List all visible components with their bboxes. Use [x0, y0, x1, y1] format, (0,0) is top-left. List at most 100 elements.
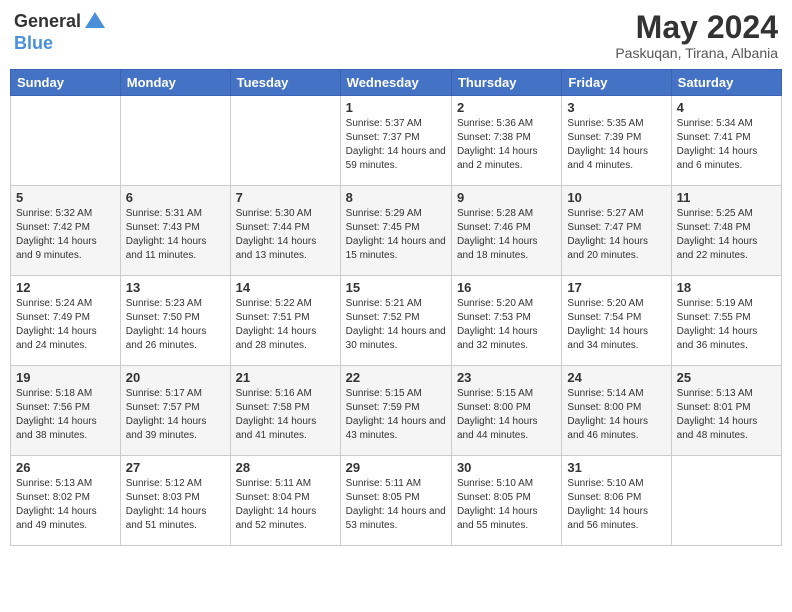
sunset-info: Sunset: 7:54 PM — [567, 311, 665, 325]
sunset-info: Sunset: 8:05 PM — [457, 491, 556, 505]
sunrise-info: Sunrise: 5:35 AM — [567, 117, 665, 131]
sunrise-info: Sunrise: 5:23 AM — [126, 297, 225, 311]
sunset-info: Sunset: 7:57 PM — [126, 401, 225, 415]
calendar-cell: 21 Sunrise: 5:16 AM Sunset: 7:58 PM Dayl… — [230, 366, 340, 456]
calendar-week-row: 26 Sunrise: 5:13 AM Sunset: 8:02 PM Dayl… — [11, 456, 782, 546]
sunrise-info: Sunrise: 5:36 AM — [457, 117, 556, 131]
logo-blue: Blue — [14, 33, 53, 53]
sunset-info: Sunset: 7:49 PM — [16, 311, 115, 325]
sunset-info: Sunset: 7:41 PM — [677, 131, 776, 145]
sunset-info: Sunset: 7:39 PM — [567, 131, 665, 145]
location-subtitle: Paskuqan, Tirana, Albania — [615, 45, 778, 61]
daylight-info: Daylight: 14 hours and 51 minutes. — [126, 505, 225, 533]
day-number: 9 — [457, 190, 556, 205]
day-number: 17 — [567, 280, 665, 295]
sunrise-info: Sunrise: 5:15 AM — [457, 387, 556, 401]
title-section: May 2024 Paskuqan, Tirana, Albania — [615, 10, 778, 61]
page-header: General Blue May 2024 Paskuqan, Tirana, … — [10, 10, 782, 61]
logo-icon — [83, 10, 107, 34]
calendar-cell: 25 Sunrise: 5:13 AM Sunset: 8:01 PM Dayl… — [671, 366, 781, 456]
day-number: 2 — [457, 100, 556, 115]
sunrise-info: Sunrise: 5:10 AM — [457, 477, 556, 491]
calendar-cell: 7 Sunrise: 5:30 AM Sunset: 7:44 PM Dayli… — [230, 186, 340, 276]
day-number: 27 — [126, 460, 225, 475]
daylight-info: Daylight: 14 hours and 9 minutes. — [16, 235, 115, 263]
calendar-week-row: 12 Sunrise: 5:24 AM Sunset: 7:49 PM Dayl… — [11, 276, 782, 366]
daylight-info: Daylight: 14 hours and 15 minutes. — [346, 235, 446, 263]
calendar-cell: 19 Sunrise: 5:18 AM Sunset: 7:56 PM Dayl… — [11, 366, 121, 456]
sunrise-info: Sunrise: 5:32 AM — [16, 207, 115, 221]
sunset-info: Sunset: 8:06 PM — [567, 491, 665, 505]
logo: General Blue — [14, 10, 107, 54]
sunrise-info: Sunrise: 5:25 AM — [677, 207, 776, 221]
sunrise-info: Sunrise: 5:20 AM — [567, 297, 665, 311]
calendar-cell: 6 Sunrise: 5:31 AM Sunset: 7:43 PM Dayli… — [120, 186, 230, 276]
sunrise-info: Sunrise: 5:16 AM — [236, 387, 335, 401]
day-number: 14 — [236, 280, 335, 295]
sunrise-info: Sunrise: 5:37 AM — [346, 117, 446, 131]
day-number: 25 — [677, 370, 776, 385]
header-saturday: Saturday — [671, 70, 781, 96]
calendar-cell: 9 Sunrise: 5:28 AM Sunset: 7:46 PM Dayli… — [451, 186, 561, 276]
day-number: 6 — [126, 190, 225, 205]
calendar-cell: 20 Sunrise: 5:17 AM Sunset: 7:57 PM Dayl… — [120, 366, 230, 456]
sunset-info: Sunset: 7:47 PM — [567, 221, 665, 235]
sunrise-info: Sunrise: 5:13 AM — [677, 387, 776, 401]
day-number: 11 — [677, 190, 776, 205]
calendar-cell: 24 Sunrise: 5:14 AM Sunset: 8:00 PM Dayl… — [562, 366, 671, 456]
daylight-info: Daylight: 14 hours and 2 minutes. — [457, 145, 556, 173]
daylight-info: Daylight: 14 hours and 49 minutes. — [16, 505, 115, 533]
calendar-cell: 18 Sunrise: 5:19 AM Sunset: 7:55 PM Dayl… — [671, 276, 781, 366]
calendar-week-row: 5 Sunrise: 5:32 AM Sunset: 7:42 PM Dayli… — [11, 186, 782, 276]
header-wednesday: Wednesday — [340, 70, 451, 96]
daylight-info: Daylight: 14 hours and 41 minutes. — [236, 415, 335, 443]
day-number: 21 — [236, 370, 335, 385]
sunset-info: Sunset: 8:02 PM — [16, 491, 115, 505]
day-number: 31 — [567, 460, 665, 475]
daylight-info: Daylight: 14 hours and 59 minutes. — [346, 145, 446, 173]
calendar-cell: 27 Sunrise: 5:12 AM Sunset: 8:03 PM Dayl… — [120, 456, 230, 546]
calendar-cell — [11, 96, 121, 186]
sunset-info: Sunset: 7:56 PM — [16, 401, 115, 415]
day-number: 7 — [236, 190, 335, 205]
day-number: 18 — [677, 280, 776, 295]
calendar-table: Sunday Monday Tuesday Wednesday Thursday… — [10, 69, 782, 546]
daylight-info: Daylight: 14 hours and 53 minutes. — [346, 505, 446, 533]
sunset-info: Sunset: 8:04 PM — [236, 491, 335, 505]
calendar-cell: 13 Sunrise: 5:23 AM Sunset: 7:50 PM Dayl… — [120, 276, 230, 366]
sunrise-info: Sunrise: 5:29 AM — [346, 207, 446, 221]
sunset-info: Sunset: 7:37 PM — [346, 131, 446, 145]
daylight-info: Daylight: 14 hours and 26 minutes. — [126, 325, 225, 353]
day-number: 22 — [346, 370, 446, 385]
daylight-info: Daylight: 14 hours and 56 minutes. — [567, 505, 665, 533]
calendar-cell: 3 Sunrise: 5:35 AM Sunset: 7:39 PM Dayli… — [562, 96, 671, 186]
header-monday: Monday — [120, 70, 230, 96]
calendar-cell: 4 Sunrise: 5:34 AM Sunset: 7:41 PM Dayli… — [671, 96, 781, 186]
daylight-info: Daylight: 14 hours and 28 minutes. — [236, 325, 335, 353]
daylight-info: Daylight: 14 hours and 39 minutes. — [126, 415, 225, 443]
daylight-info: Daylight: 14 hours and 4 minutes. — [567, 145, 665, 173]
day-number: 24 — [567, 370, 665, 385]
calendar-cell: 22 Sunrise: 5:15 AM Sunset: 7:59 PM Dayl… — [340, 366, 451, 456]
day-number: 20 — [126, 370, 225, 385]
calendar-week-row: 19 Sunrise: 5:18 AM Sunset: 7:56 PM Dayl… — [11, 366, 782, 456]
sunset-info: Sunset: 7:58 PM — [236, 401, 335, 415]
daylight-info: Daylight: 14 hours and 44 minutes. — [457, 415, 556, 443]
sunrise-info: Sunrise: 5:15 AM — [346, 387, 446, 401]
calendar-cell: 28 Sunrise: 5:11 AM Sunset: 8:04 PM Dayl… — [230, 456, 340, 546]
sunrise-info: Sunrise: 5:11 AM — [236, 477, 335, 491]
day-number: 3 — [567, 100, 665, 115]
calendar-cell: 2 Sunrise: 5:36 AM Sunset: 7:38 PM Dayli… — [451, 96, 561, 186]
sunrise-info: Sunrise: 5:34 AM — [677, 117, 776, 131]
calendar-cell: 31 Sunrise: 5:10 AM Sunset: 8:06 PM Dayl… — [562, 456, 671, 546]
daylight-info: Daylight: 14 hours and 46 minutes. — [567, 415, 665, 443]
sunrise-info: Sunrise: 5:27 AM — [567, 207, 665, 221]
sunset-info: Sunset: 8:00 PM — [457, 401, 556, 415]
sunset-info: Sunset: 7:43 PM — [126, 221, 225, 235]
sunset-info: Sunset: 7:50 PM — [126, 311, 225, 325]
sunset-info: Sunset: 7:55 PM — [677, 311, 776, 325]
daylight-info: Daylight: 14 hours and 48 minutes. — [677, 415, 776, 443]
sunset-info: Sunset: 7:59 PM — [346, 401, 446, 415]
daylight-info: Daylight: 14 hours and 20 minutes. — [567, 235, 665, 263]
sunset-info: Sunset: 7:38 PM — [457, 131, 556, 145]
